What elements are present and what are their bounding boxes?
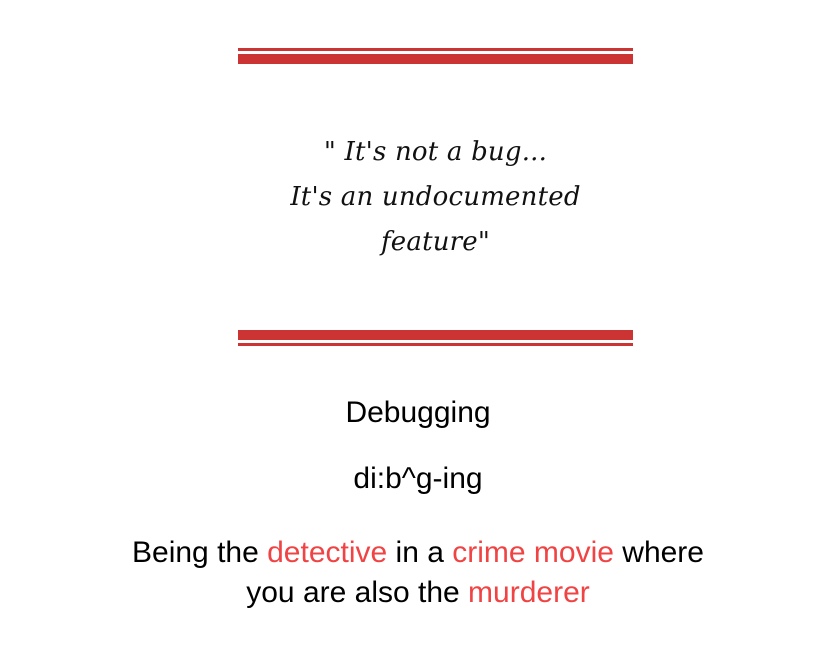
definition-text-4: you are also the: [246, 576, 469, 609]
highlight-detective: detective: [267, 536, 388, 569]
definition-text-1: Being the: [132, 536, 268, 569]
term-pronunciation: di:b^g-ing: [353, 462, 483, 495]
quote-text: " It's not a bug... It's an undocumented…: [238, 130, 633, 265]
top-divider: [238, 48, 633, 64]
definition-text-2: in a: [387, 536, 453, 569]
definition-line-2: you are also the murderer: [40, 573, 796, 613]
definition-line-1: Being the detective in a crime movie whe…: [40, 533, 796, 573]
top-divider-thick-line: [238, 54, 633, 64]
term-word: Debugging: [345, 396, 491, 429]
highlight-crime-movie: crime movie: [452, 536, 614, 569]
quote-line-3: feature": [380, 227, 491, 257]
highlight-murderer: murderer: [468, 576, 590, 609]
quote-line-1: " It's not a bug...: [323, 137, 548, 167]
quote-card: " It's not a bug... It's an undocumented…: [0, 0, 836, 665]
bottom-divider: [238, 330, 633, 346]
definition-text-3: where: [613, 536, 704, 569]
quote-line-2: It's an undocumented: [290, 182, 581, 212]
bottom-divider-thin-line: [238, 343, 633, 346]
term-definition: Being the detective in a crime movie whe…: [40, 533, 796, 613]
bottom-divider-thick-line: [238, 330, 633, 340]
